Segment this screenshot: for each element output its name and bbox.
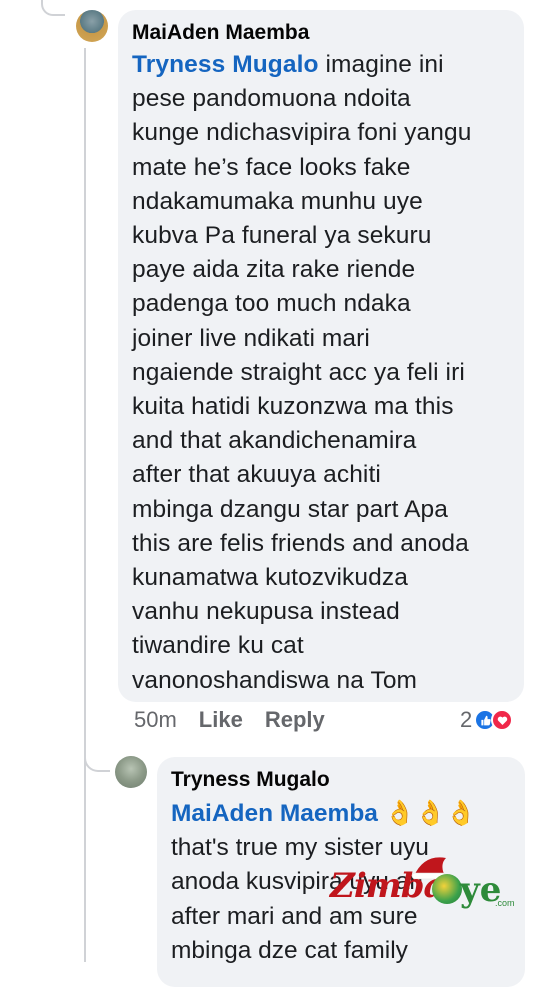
love-icon	[491, 709, 514, 731]
thread-connector	[84, 48, 86, 962]
watermark-brand: Zimba	[330, 866, 446, 906]
comment-time[interactable]: 50m	[134, 707, 177, 733]
reply-mention[interactable]: MaiAden Maemba	[171, 800, 378, 827]
thread-connector-top	[41, 0, 65, 16]
globe-icon	[432, 874, 462, 904]
comment-text-rest: pese pandomuona ndoita kunge ndichasvipi…	[132, 85, 472, 694]
ok-hand-emojis: 👌👌👌	[384, 800, 477, 827]
reply-author[interactable]: Tryness Mugalo	[171, 767, 511, 793]
comment-avatar[interactable]	[76, 10, 108, 42]
like-button[interactable]: Like	[199, 707, 243, 733]
comment-bubble: MaiAden Maemba Tryness Mugalo imagine in…	[118, 10, 524, 702]
reaction-count: 2	[460, 707, 473, 732]
comment-actions: 50m Like Reply	[134, 707, 347, 733]
comment-author[interactable]: MaiAden Maemba	[132, 20, 510, 46]
comment-text: Tryness Mugalo imagine ini pese pandomuo…	[132, 48, 510, 698]
reply-avatar[interactable]	[115, 756, 147, 788]
watermark-domain: .com	[495, 898, 515, 908]
reaction-icons	[474, 708, 514, 732]
reply-button[interactable]: Reply	[265, 707, 325, 733]
reply-connector	[84, 740, 110, 772]
reaction-summary[interactable]: 2	[460, 707, 514, 733]
comment-mention[interactable]: Tryness Mugalo	[132, 51, 319, 78]
watermark-logo: Zimba ye .com	[330, 852, 520, 912]
comment-text-first: imagine ini	[318, 51, 444, 78]
